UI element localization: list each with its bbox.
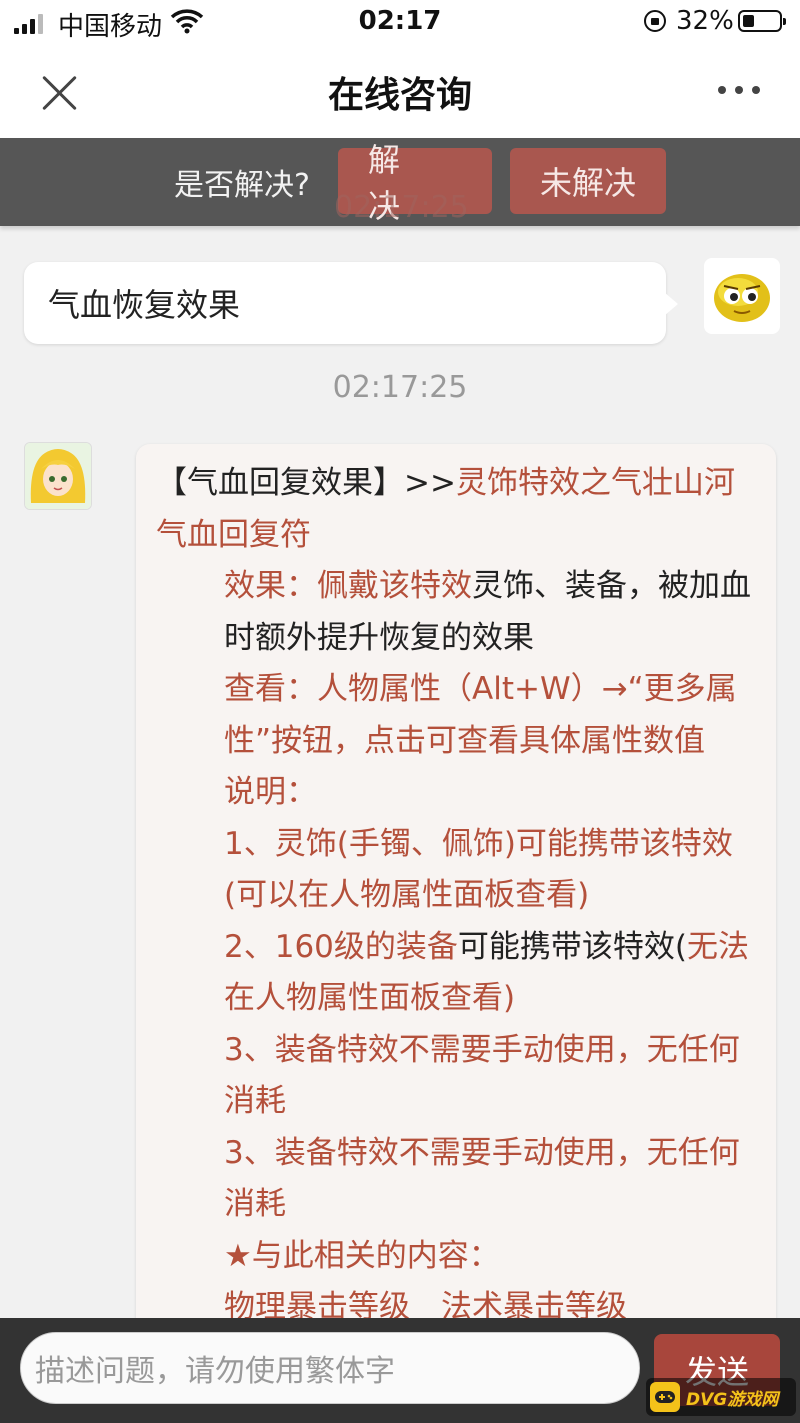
- timestamp-ghost: 02:17:25: [334, 190, 469, 225]
- status-bar: 中国移动 02:17 32%: [0, 0, 800, 46]
- rotation-lock-icon: [644, 10, 666, 32]
- message-timestamp: 02:17:25: [332, 370, 468, 405]
- battery-fill: [743, 15, 754, 27]
- answer-note-2b: 可能携带该特效: [457, 928, 675, 965]
- gamepad-icon: [650, 1382, 680, 1412]
- bot-avatar[interactable]: [24, 442, 92, 510]
- page-title: 在线咨询: [327, 75, 472, 116]
- answer-view-text-2: 按钮，点击可查看具体属性数值: [271, 722, 706, 759]
- watermark: DVG游戏网: [646, 1378, 796, 1416]
- answer-note-label: 说明：: [224, 774, 317, 810]
- answer-note-3: 3、装备特效不需要手动使用，无任何消耗: [224, 1031, 740, 1120]
- answer-note-3-repeat: 3、装备特效不需要手动使用，无任何消耗: [224, 1134, 740, 1223]
- nav-bar: 在线咨询: [0, 46, 800, 138]
- answer-note-2c: (: [674, 928, 688, 965]
- user-avatar[interactable]: [704, 258, 780, 334]
- resolve-question: 是否解决?: [174, 168, 310, 203]
- answer-heading: 【气血回复效果】>>: [156, 465, 456, 501]
- answer-note-1: 1、灵饰(手镯、佩饰)可能携带该特效(可以在人物属性面板查看): [224, 825, 733, 914]
- answer-note-2a: 2、160级的装备: [224, 928, 458, 965]
- battery-icon: [738, 10, 786, 32]
- answer-effect-label: 效果：佩戴该特效: [224, 568, 472, 604]
- message-input[interactable]: 描述问题，请勿使用繁体字: [20, 1332, 640, 1404]
- watermark-text: DVG游戏网: [686, 1389, 779, 1410]
- user-message-bubble: 气血恢复效果: [24, 262, 678, 344]
- more-options-icon[interactable]: [718, 86, 760, 94]
- bot-message-bubble: 【气血回复效果】>>灵饰特效之气壮山河 气血回复符 效果：佩戴该特效灵饰、装备，…: [136, 444, 776, 1344]
- battery-percent: 32%: [676, 6, 734, 36]
- unresolved-button[interactable]: 未解决: [510, 148, 666, 214]
- answer-related-label: ★与此相关的内容：: [224, 1237, 500, 1274]
